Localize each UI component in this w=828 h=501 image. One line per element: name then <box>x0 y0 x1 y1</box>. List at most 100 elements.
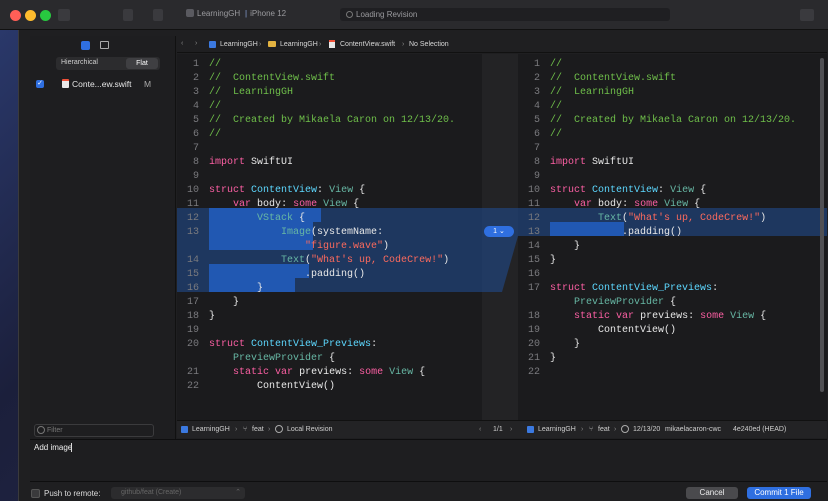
line-number: 3 <box>533 87 540 98</box>
zoom-window-button[interactable] <box>40 10 51 21</box>
line-number: 15 <box>186 269 199 280</box>
commit-sheet: Hierarchical Flat ✓ Conte...ew.swift M F… <box>18 30 828 501</box>
line-number: 20 <box>527 339 540 350</box>
changed-file-row[interactable]: ✓ Conte...ew.swift M <box>34 78 172 92</box>
segment-hierarchical[interactable]: Hierarchical <box>61 59 98 66</box>
breadcrumb-separator-icon: › <box>319 41 322 48</box>
code-text: } <box>550 339 581 350</box>
left-revision[interactable]: Local Revision <box>287 426 333 433</box>
code-text: // <box>209 59 222 70</box>
change-marker-badge[interactable]: 1 ⌄ <box>484 226 514 237</box>
breadcrumb-separator-icon: › <box>259 41 262 48</box>
line-number: 8 <box>533 157 540 168</box>
file-name: Conte...ew.swift <box>72 79 132 89</box>
code-text: // <box>209 101 222 112</box>
next-change-icon[interactable]: › <box>510 426 512 433</box>
forward-icon[interactable]: › <box>195 40 197 47</box>
local-revision-pane[interactable]: 1 // 2 // ContentView.swift 3 // LearningGH 4 /… <box>177 54 482 420</box>
close-window-button[interactable] <box>10 10 21 21</box>
comparison-editor: 1 // 2 // ContentView.swift 3 // LearningGH 4 /… <box>177 54 827 420</box>
code-text: var body: some View { <box>574 199 701 210</box>
line-number: 7 <box>533 143 540 154</box>
code-text: } <box>209 297 240 308</box>
line-number: 14 <box>186 255 199 266</box>
breadcrumb-project[interactable]: LearningGH <box>220 41 258 48</box>
line-number: 8 <box>192 157 199 168</box>
changes-tab-icon[interactable] <box>81 41 90 50</box>
line-number: 17 <box>527 283 540 294</box>
line-number: 2 <box>533 73 540 84</box>
back-icon[interactable]: ‹ <box>181 40 183 47</box>
code-text: // LearningGH <box>550 87 635 98</box>
scrollbar[interactable] <box>820 58 824 392</box>
right-branch[interactable]: feat <box>598 426 610 433</box>
breadcrumb-separator-icon: › <box>581 426 584 433</box>
line-number: 16 <box>186 283 199 294</box>
swift-file-icon <box>329 40 335 48</box>
sidebar-toggle-icon[interactable] <box>58 9 70 21</box>
change-counter: 1/1 <box>493 426 503 433</box>
line-number: 7 <box>192 143 199 154</box>
left-project[interactable]: LearningGH <box>192 426 230 433</box>
line-number: 19 <box>527 325 540 336</box>
minimize-window-button[interactable] <box>25 10 36 21</box>
line-number: 6 <box>533 129 540 140</box>
code-text: import SwiftUI <box>550 157 635 168</box>
previous-change-icon[interactable]: ‹ <box>479 426 481 433</box>
line-number: 18 <box>527 311 540 322</box>
run-icon[interactable] <box>123 9 133 21</box>
line-number: 17 <box>186 297 199 308</box>
line-number: 9 <box>192 171 199 182</box>
code-text: ContentView() <box>598 325 677 336</box>
code-text: // Created by Mikaela Caron on 12/13/20. <box>550 115 797 126</box>
code-text: Text("What's up, CodeCrew!") <box>598 213 767 224</box>
code-text: PreviewProvider { <box>574 297 677 308</box>
spinner-icon <box>346 11 353 18</box>
breadcrumb-selection[interactable]: No Selection <box>409 41 449 48</box>
right-project[interactable]: LearningGH <box>538 426 576 433</box>
commit-message-text: Add image <box>34 443 73 452</box>
push-to-remote-checkbox[interactable] <box>31 489 40 498</box>
code-text: static var previews: some View { <box>233 367 426 378</box>
code-text: struct ContentView: View { <box>550 185 707 196</box>
remote-branch-select[interactable]: github/feat (Create) ⌃ <box>111 487 245 499</box>
code-text: } <box>550 241 581 252</box>
device-name: iPhone 12 <box>250 9 287 18</box>
scheme-selector[interactable]: LearningGH <box>186 9 240 18</box>
stop-icon[interactable] <box>153 9 163 21</box>
breadcrumb-file[interactable]: ContentView.swift <box>340 41 395 48</box>
library-icon[interactable] <box>800 9 814 21</box>
include-file-checkbox[interactable]: ✓ <box>36 80 44 88</box>
code-text: struct ContentView_Previews: <box>209 339 378 350</box>
chevron-updown-icon: ⌃ <box>235 489 241 496</box>
code-text: // ContentView.swift <box>550 73 677 84</box>
file-status-badge: M <box>144 79 152 89</box>
commit-button[interactable]: Commit 1 File <box>747 487 811 499</box>
cancel-button[interactable]: Cancel <box>686 487 738 499</box>
code-text: struct ContentView: View { <box>209 185 366 196</box>
device-icon: | <box>245 9 248 18</box>
right-commit-date[interactable]: 12/13/20 <box>633 426 660 433</box>
commit-message-field[interactable]: Add image <box>30 439 827 482</box>
head-revision-pane[interactable]: 1 // 2 // ContentView.swift 3 // LearningGH 4 /… <box>518 54 827 420</box>
right-commit-author[interactable]: mikaelacaron-cwc <box>665 426 721 433</box>
project-icon <box>209 41 216 48</box>
line-number: 15 <box>527 255 540 266</box>
segment-flat[interactable]: Flat <box>126 58 158 69</box>
filter-field[interactable]: Filter <box>34 424 154 437</box>
device-selector[interactable]: | iPhone 12 <box>245 9 286 18</box>
right-commit-hash[interactable]: 4e240ed (HEAD) <box>733 426 786 433</box>
diff-connector <box>482 208 518 292</box>
code-text: Image(systemName: <box>281 227 384 238</box>
left-branch[interactable]: feat <box>252 426 264 433</box>
breadcrumb-group[interactable]: LearningGH <box>280 41 318 48</box>
folder-icon[interactable] <box>100 41 109 49</box>
line-number: 14 <box>527 241 540 252</box>
code-text: struct ContentView_Previews: <box>550 283 719 294</box>
project-icon <box>527 426 534 433</box>
code-text: } <box>209 283 264 294</box>
code-text: // Created by Mikaela Caron on 12/13/20. <box>209 115 456 126</box>
line-number: 22 <box>186 381 199 392</box>
breadcrumb-separator-icon: › <box>402 41 405 48</box>
line-number: 12 <box>527 213 540 224</box>
